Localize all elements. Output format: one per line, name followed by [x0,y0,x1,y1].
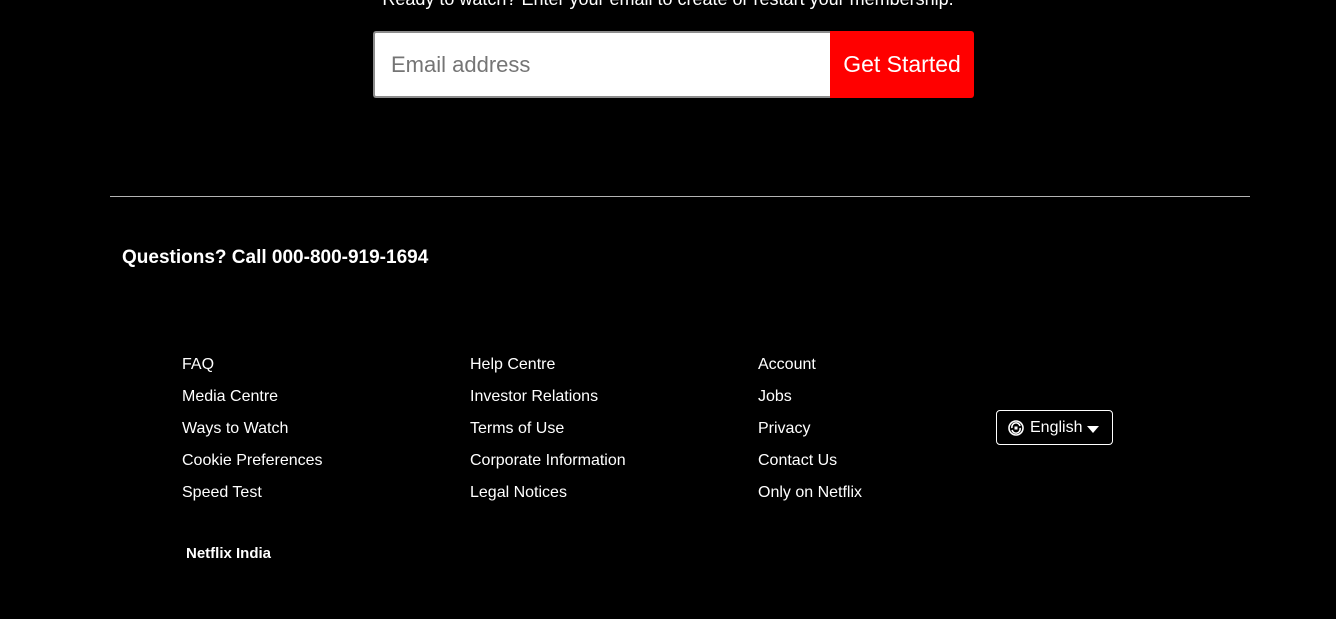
footer-link-investor-relations[interactable]: Investor Relations [470,386,730,418]
footer-link-faq[interactable]: FAQ [182,354,442,386]
footer-link-terms-of-use[interactable]: Terms of Use [470,418,730,450]
footer-link-account[interactable]: Account [758,354,1018,386]
questions-phone[interactable]: Questions? Call 000-800-919-1694 [122,246,428,270]
footer-link-speed-test[interactable]: Speed Test [182,482,442,514]
footer-link-legal-notices[interactable]: Legal Notices [470,482,730,514]
cta-text: Ready to watch? Enter your email to crea… [0,0,1336,10]
footer-link-jobs[interactable]: Jobs [758,386,1018,418]
chevron-down-icon [1087,425,1100,433]
language-globe-icon [1008,419,1026,438]
footer-divider [110,196,1250,197]
get-started-button[interactable]: Get Started [830,31,974,98]
footer-link-help-centre[interactable]: Help Centre [470,354,730,386]
country-label: Netflix India [186,545,272,562]
footer-column-3: Account Jobs Privacy Contact Us Only on … [758,354,1018,514]
page: Ready to watch? Enter your email to crea… [0,0,1336,619]
email-input[interactable] [373,31,830,98]
footer-link-corporate-information[interactable]: Corporate Information [470,450,730,482]
footer-link-privacy[interactable]: Privacy [758,418,1018,450]
footer-link-contact-us[interactable]: Contact Us [758,450,1018,482]
language-label: English [1030,418,1083,436]
language-select[interactable]: English [996,410,1113,445]
footer-column-2: Help Centre Investor Relations Terms of … [470,354,730,514]
footer-link-only-on-netflix[interactable]: Only on Netflix [758,482,1018,514]
footer-link-cookie-preferences[interactable]: Cookie Preferences [182,450,442,482]
footer-link-ways-to-watch[interactable]: Ways to Watch [182,418,442,450]
footer-column-1: FAQ Media Centre Ways to Watch Cookie Pr… [182,354,442,514]
email-signup-form: Get Started [373,31,974,98]
footer-link-media-centre[interactable]: Media Centre [182,386,442,418]
